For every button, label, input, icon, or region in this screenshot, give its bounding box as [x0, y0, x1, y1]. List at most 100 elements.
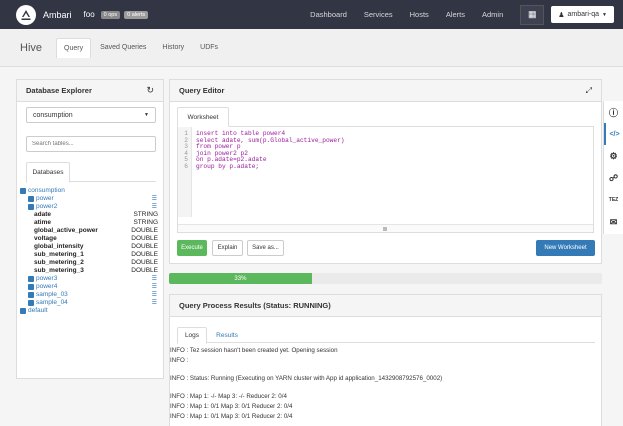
tools-sidebar: ⓘ </> ⚙ ☍ TEZ ✉	[603, 101, 623, 234]
visual-explain-icon[interactable]: ☍	[604, 167, 623, 189]
editor-resize-handle[interactable]	[178, 224, 593, 232]
column-item: sub_metering_2 DOUBLE	[20, 259, 160, 267]
database-tree: consumption power ☰ power2 ☰ adate STRIN…	[20, 187, 160, 315]
column-type: DOUBLE	[131, 251, 158, 258]
table-item[interactable]: power4 ☰	[20, 283, 160, 291]
tab-history[interactable]: History	[155, 38, 191, 57]
nav-admin[interactable]: Admin	[482, 10, 503, 19]
message-icon[interactable]: ✉	[604, 211, 623, 233]
log-line: INFO : Map 1: -/- Map 3: -/- Reducer 2: …	[170, 393, 287, 400]
list-icon[interactable]: ☰	[152, 291, 157, 299]
column-type: DOUBLE	[131, 243, 158, 250]
table-item[interactable]: power ☰	[20, 195, 160, 203]
tab-logs[interactable]: Logs	[177, 327, 207, 344]
code-line: group by p.adate;	[196, 162, 260, 170]
log-line: INFO : Map 1: 0/1 Map 3: 0/1 Reducer 2: …	[170, 413, 293, 420]
view-title: Hive	[20, 41, 43, 54]
nav-services[interactable]: Services	[364, 10, 393, 19]
column-name: sub_metering_1	[34, 251, 84, 258]
table-item[interactable]: sample_04 ☰	[20, 299, 160, 307]
progress-fill: 33%	[169, 273, 312, 284]
list-icon[interactable]: ☰	[152, 299, 157, 307]
column-name: global_intensity	[34, 243, 84, 250]
table-icon	[28, 284, 34, 290]
tab-udfs[interactable]: UDFs	[193, 38, 225, 57]
column-type: DOUBLE	[131, 259, 158, 266]
database-tabs: Databases	[26, 162, 156, 183]
main-nav: Dashboard Services Hosts Alerts Admin ▦ …	[310, 0, 623, 29]
user-menu-button[interactable]: ♟ ambari-qa ▼	[551, 6, 614, 23]
views-grid-button[interactable]: ▦	[520, 4, 545, 25]
user-name: ambari-qa	[567, 11, 600, 18]
query-editor-title: Query Editor	[179, 86, 225, 95]
tab-results[interactable]: Results	[211, 327, 243, 344]
query-editor-panel: Query Editor ⤢ Worksheet 1 2 3 4 5 6 ins…	[169, 79, 602, 264]
log-line: INFO :	[170, 357, 189, 364]
alerts-badge[interactable]: 0 alerts	[124, 10, 149, 19]
column-item: global_active_power DOUBLE	[20, 227, 160, 235]
tab-worksheet[interactable]: Worksheet	[177, 107, 229, 127]
list-icon[interactable]: ☰	[152, 283, 157, 291]
tab-query[interactable]: Query	[56, 37, 92, 58]
save-as-button[interactable]: Save as...	[247, 240, 284, 256]
tez-button[interactable]: TEZ	[604, 189, 623, 211]
query-editor-header: Query Editor ⤢	[170, 80, 601, 102]
execute-button[interactable]: Execute	[177, 240, 207, 256]
column-item: sub_metering_1 DOUBLE	[20, 251, 160, 259]
search-tables-input[interactable]	[26, 136, 156, 152]
sql-editor[interactable]: 1 2 3 4 5 6 insert into table power4 sel…	[177, 126, 594, 233]
tab-saved-queries[interactable]: Saved Queries	[93, 38, 153, 57]
sql-code[interactable]: insert into table power4 select adate, s…	[196, 130, 345, 170]
table-item[interactable]: power2 ☰	[20, 203, 160, 211]
table-name: power3	[36, 275, 58, 282]
table-item[interactable]: sample_03 ☰	[20, 291, 160, 299]
grip-icon	[383, 227, 387, 231]
column-item: voltage DOUBLE	[20, 235, 160, 243]
table-name: sample_04	[36, 299, 68, 306]
column-name: sub_metering_2	[34, 259, 84, 266]
database-icon	[20, 188, 26, 194]
caret-down-icon: ▼	[144, 112, 149, 118]
brand-name[interactable]: Ambari	[43, 10, 72, 20]
list-icon[interactable]: ☰	[152, 203, 157, 211]
tab-databases[interactable]: Databases	[26, 162, 70, 183]
refresh-icon[interactable]: ↻	[146, 85, 154, 96]
explain-button[interactable]: Explain	[212, 240, 243, 256]
column-type: STRING	[133, 211, 158, 218]
database-explorer-panel: Database Explorer ↻ consumption ▼ Databa…	[16, 79, 164, 379]
nav-hosts[interactable]: Hosts	[410, 10, 429, 19]
table-icon	[28, 204, 34, 210]
database-item[interactable]: default	[20, 307, 160, 315]
nav-dashboard[interactable]: Dashboard	[310, 10, 347, 19]
database-explorer-header: Database Explorer ↻	[17, 80, 163, 102]
list-icon[interactable]: ☰	[152, 275, 157, 283]
table-icon	[28, 276, 34, 282]
column-name: global_active_power	[34, 227, 98, 234]
column-name: adate	[34, 211, 51, 218]
table-icon	[28, 300, 34, 306]
database-item[interactable]: consumption	[20, 187, 160, 195]
results-tabs: Logs Results	[177, 327, 595, 344]
column-type: STRING	[133, 219, 158, 226]
settings-icon[interactable]: ⚙	[604, 145, 623, 167]
user-icon: ♟	[558, 11, 565, 19]
table-icon	[28, 196, 34, 202]
database-select[interactable]: consumption ▼	[26, 107, 156, 123]
hive-subnav: Hive Query Saved Queries History UDFs	[0, 29, 623, 67]
expand-icon[interactable]: ⤢	[586, 86, 592, 96]
nav-alerts[interactable]: Alerts	[446, 10, 465, 19]
list-icon[interactable]: ☰	[152, 195, 157, 203]
new-worksheet-button[interactable]: New Worksheet	[536, 240, 595, 256]
table-icon	[28, 292, 34, 298]
info-icon[interactable]: ⓘ	[604, 101, 623, 123]
ambari-logo-icon[interactable]	[16, 4, 36, 25]
selected-database: consumption	[33, 111, 73, 119]
table-name: power2	[36, 203, 58, 210]
table-item[interactable]: power3 ☰	[20, 275, 160, 283]
ops-badge[interactable]: 0 ops	[100, 10, 121, 19]
line-numbers: 1 2 3 4 5 6	[178, 127, 192, 217]
cluster-name[interactable]: foo	[84, 10, 95, 19]
table-name: power	[36, 195, 54, 202]
code-icon[interactable]: </>	[604, 123, 623, 145]
